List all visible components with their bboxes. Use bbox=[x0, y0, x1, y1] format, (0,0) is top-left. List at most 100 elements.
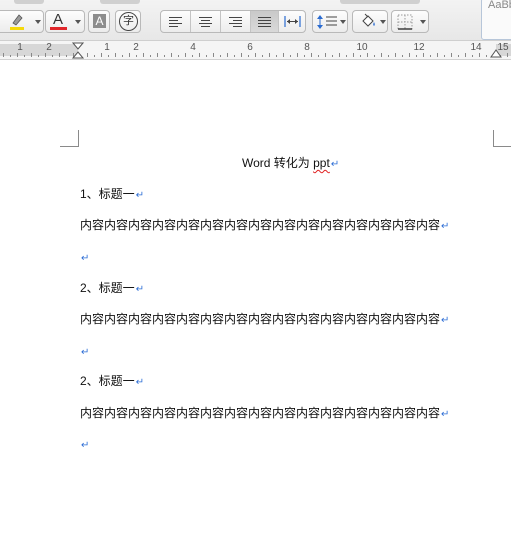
paragraph-text: 内容内容内容内容内容内容内容内容内容内容内容内容内容内容内容 bbox=[80, 218, 441, 232]
ruler-label: 6 bbox=[247, 42, 253, 53]
paragraph-mark: ↵ bbox=[441, 409, 450, 420]
first-line-indent-marker[interactable] bbox=[72, 42, 84, 59]
ruler-tick bbox=[38, 55, 39, 57]
paragraph-mark: ↵ bbox=[81, 347, 90, 358]
ruler-tick bbox=[178, 55, 179, 57]
ruler-tick bbox=[374, 55, 375, 57]
ruler-tick bbox=[416, 55, 417, 57]
heading-paragraph[interactable]: 1、标题一↵ bbox=[80, 187, 144, 203]
distributed-icon bbox=[284, 16, 301, 27]
toolbar-edge bbox=[100, 0, 140, 4]
chevron-down-icon[interactable] bbox=[420, 20, 426, 24]
paragraph-text: 内容内容内容内容内容内容内容内容内容内容内容内容内容内容内容 bbox=[80, 406, 441, 420]
crop-mark-top-right bbox=[493, 130, 511, 147]
ruler-tick bbox=[304, 55, 305, 57]
line-spacing-icon bbox=[317, 15, 337, 29]
line-spacing-button[interactable] bbox=[312, 10, 348, 33]
ruler-tick bbox=[255, 53, 256, 57]
ruler-label: 8 bbox=[304, 42, 310, 53]
ruler-tick bbox=[346, 55, 347, 57]
ruler-tick bbox=[52, 55, 53, 57]
ruler-tick bbox=[360, 55, 361, 57]
justify-button[interactable] bbox=[251, 11, 278, 32]
ruler-tick bbox=[248, 55, 249, 57]
empty-paragraph[interactable]: ↵ bbox=[80, 250, 89, 266]
ruler-tick bbox=[507, 53, 508, 57]
styles-gallery[interactable]: AaBb bbox=[481, 0, 511, 40]
ruler-tick bbox=[3, 53, 4, 57]
ruler-tick bbox=[458, 55, 459, 57]
paragraph-mark: ↵ bbox=[441, 315, 450, 326]
ruler-tick bbox=[486, 55, 487, 57]
chevron-down-icon[interactable] bbox=[380, 20, 386, 24]
font-color-button[interactable]: A bbox=[45, 10, 85, 33]
ruler-tick bbox=[108, 55, 109, 57]
align-center-button[interactable] bbox=[191, 11, 220, 32]
ruler-tick bbox=[423, 53, 424, 57]
heading-paragraph[interactable]: 2、标题一↵ bbox=[80, 374, 144, 390]
ruler-label: 4 bbox=[190, 42, 196, 53]
body-paragraph[interactable]: 内容内容内容内容内容内容内容内容内容内容内容内容内容内容内容↵ bbox=[80, 312, 449, 328]
chevron-down-icon[interactable] bbox=[35, 20, 41, 24]
document-title[interactable]: Word 转化为 ppt↵ bbox=[242, 156, 339, 172]
font-color-icon: A bbox=[53, 11, 64, 28]
paint-bucket-icon bbox=[362, 13, 375, 27]
ruler-tick bbox=[241, 53, 242, 57]
right-indent-marker[interactable] bbox=[490, 47, 502, 58]
ruler-label: 1 bbox=[104, 42, 110, 53]
formatting-toolbar: A A 字 AaB bbox=[0, 0, 511, 41]
ruler-label: 14 bbox=[470, 42, 482, 53]
chevron-down-icon[interactable] bbox=[340, 20, 346, 24]
paragraph-text: 2、标题一 bbox=[80, 281, 135, 295]
distributed-button[interactable] bbox=[279, 11, 306, 32]
body-paragraph[interactable]: 内容内容内容内容内容内容内容内容内容内容内容内容内容内容内容↵ bbox=[80, 406, 449, 422]
heading-paragraph[interactable]: 2、标题一↵ bbox=[80, 281, 144, 297]
ruler-label: 12 bbox=[413, 42, 425, 53]
body-paragraph[interactable]: 内容内容内容内容内容内容内容内容内容内容内容内容内容内容内容↵ bbox=[80, 218, 449, 234]
highlight-button[interactable] bbox=[0, 10, 44, 33]
ruler-tick bbox=[318, 55, 319, 57]
font-color-swatch bbox=[50, 27, 67, 30]
ruler-tick bbox=[234, 55, 235, 57]
ruler-tick bbox=[157, 53, 158, 57]
ruler-label: 2 bbox=[46, 42, 52, 53]
style-preview: AaBb bbox=[488, 0, 511, 11]
borders-button[interactable] bbox=[391, 10, 429, 33]
shading-button[interactable] bbox=[352, 10, 388, 33]
ruler-label: 1 bbox=[17, 42, 23, 53]
paragraph-mark: ↵ bbox=[135, 377, 145, 388]
ruler-tick bbox=[24, 55, 25, 57]
align-left-button[interactable] bbox=[161, 11, 190, 32]
ruler-tick bbox=[129, 53, 130, 57]
ruler-tick bbox=[465, 53, 466, 57]
ruler-tick bbox=[136, 55, 137, 57]
paragraph-mark: ↵ bbox=[441, 221, 450, 232]
character-shading-button[interactable]: A bbox=[88, 10, 110, 33]
ruler-tick bbox=[10, 55, 11, 57]
empty-paragraph[interactable]: ↵ bbox=[80, 437, 89, 453]
ruler-tick bbox=[451, 53, 452, 57]
paragraph-text: 1、标题一 bbox=[80, 187, 135, 201]
ruler-tick bbox=[213, 53, 214, 57]
ruler-tick bbox=[45, 53, 46, 57]
paragraph-mark: ↵ bbox=[135, 284, 145, 295]
misspelled-word[interactable]: ppt bbox=[313, 156, 330, 170]
phonetic-guide-button[interactable]: 字 bbox=[115, 10, 141, 33]
character-shading-icon: A bbox=[93, 14, 106, 28]
phonetic-guide-icon: 字 bbox=[119, 12, 138, 31]
empty-paragraph[interactable]: ↵ bbox=[80, 344, 89, 360]
paragraph-mark: ↵ bbox=[81, 440, 90, 451]
align-right-button[interactable] bbox=[221, 11, 250, 32]
ruler-tick bbox=[269, 53, 270, 57]
ruler-label: 2 bbox=[133, 42, 139, 53]
ruler-tick bbox=[395, 53, 396, 57]
crop-mark-top-left bbox=[60, 130, 79, 147]
chevron-down-icon[interactable] bbox=[75, 20, 81, 24]
ruler-tick bbox=[66, 55, 67, 57]
highlighter-icon bbox=[10, 14, 24, 30]
ruler-tick bbox=[150, 55, 151, 57]
document-page[interactable]: Word 转化为 ppt↵ 1、标题一↵ 内容内容内容内容内容内容内容内容内容内… bbox=[0, 60, 511, 538]
paragraph-text: 2、标题一 bbox=[80, 374, 135, 388]
ruler-tick bbox=[199, 53, 200, 57]
horizontal-ruler[interactable]: 2 1 1 2 4 6 8 10 12 14 15 bbox=[0, 41, 511, 60]
